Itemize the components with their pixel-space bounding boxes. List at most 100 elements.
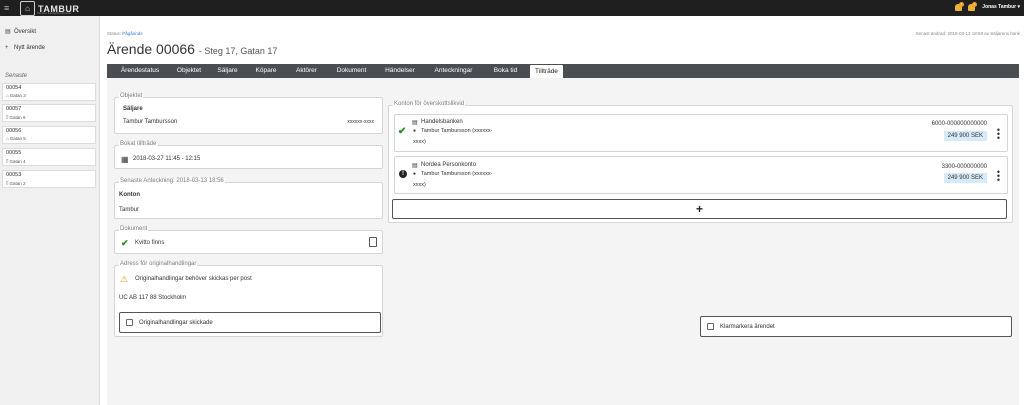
page-title: Ärende 00066 - Steg 17, Gatan 17 — [107, 41, 278, 57]
person-icon: ● — [413, 128, 417, 134]
anteckning-heading: Konton — [119, 192, 140, 198]
building-icon: ▯ — [6, 158, 9, 163]
tab-content: Objektet Säljare Tambur Tambursson xxxxx… — [107, 78, 1019, 405]
notification-count: 1 — [959, 2, 964, 7]
case-address: Gatan 5 — [9, 136, 26, 141]
account-number: 3300-000000000 — [941, 164, 987, 170]
dokument-text: Kvitto finns — [135, 240, 165, 246]
message-count: 1 — [972, 2, 977, 7]
status-value-link[interactable]: Pågående — [122, 31, 143, 36]
objektet-role: Säljare — [123, 106, 143, 112]
case-number: 00054 — [6, 85, 22, 91]
bokat-legend: Bokat tillträde — [119, 141, 158, 147]
top-bar: ≡ ⌂ TAMBUR Tambur Fastighetstjänster 1 1… — [0, 0, 1024, 16]
klarmarkera-label: Klarmarkera ärendet — [720, 324, 775, 330]
objektet-panel: Objektet Säljare Tambur Tambursson xxxxx… — [114, 93, 383, 134]
klarmarkera-checkbox[interactable] — [707, 323, 714, 330]
bank-icon: ▤ — [412, 163, 418, 169]
last-changed: Senast ändrad: 2018-03-13 18:58 av Sälja… — [915, 31, 1020, 36]
message-icon[interactable]: 1 — [968, 2, 977, 11]
calendar-icon: ▦ — [121, 155, 129, 164]
klarmarkera-checkbox-row[interactable]: Klarmarkera ärendet — [700, 316, 1012, 337]
anteckning-legend: Senaste Anteckning: 2018-03-13 18:56 — [119, 178, 225, 184]
hamburger-menu-icon[interactable]: ≡ — [4, 3, 9, 13]
account-owner-cont: xxxx) — [413, 139, 426, 145]
add-account-button[interactable]: + — [392, 199, 1007, 219]
sidebar-link-label: Nytt ärende — [14, 45, 46, 51]
case-address: Gatan 4 — [9, 158, 26, 164]
dokument-panel: Dokument ✔ Kvitto finns — [114, 226, 383, 254]
adress-legend: Adress för originalhandlingar — [119, 261, 198, 267]
person-icon: ● — [413, 171, 417, 177]
tab-bar: Ärendestatus Objektet Säljare Köpare Akt… — [107, 64, 1019, 78]
tab-dokument[interactable]: Dokument — [327, 64, 376, 78]
exclamation-icon: ! — [399, 170, 407, 178]
account-amount-badge: 249 900 SEK — [943, 131, 987, 141]
brand-subtitle: Tambur Fastighetstjänster — [37, 11, 72, 15]
case-address: Gatan 6 — [9, 114, 26, 120]
notification-bell-icon[interactable]: 1 — [955, 2, 964, 11]
kebab-menu-icon[interactable]: • • • — [997, 168, 1000, 185]
originalhandlingar-label: Originalhandlingar skickade — [139, 320, 213, 326]
adress-warning: Originalhandlingar behöver skickas per p… — [135, 276, 252, 282]
sidebar: ▤ Översikt + Nytt ärende Senaste 00054 ⌂… — [0, 16, 100, 405]
check-icon: ✔ — [121, 238, 129, 248]
adress-address: UC AB 117 88 Stockholm — [119, 295, 187, 301]
logo-mark-icon: ⌂ — [20, 1, 35, 16]
check-icon: ✔ — [398, 126, 407, 137]
sidebar-recent-heading: Senaste — [5, 73, 28, 79]
tab-kopare[interactable]: Köpare — [246, 64, 286, 78]
document-icon[interactable] — [369, 237, 377, 247]
adress-panel: Adress för originalhandlingar ⚠ Original… — [114, 261, 383, 337]
tab-aktorer[interactable]: Aktörer — [286, 64, 327, 78]
page-subtitle: - Steg 17, Gatan 17 — [198, 46, 278, 56]
sidebar-link-new-case[interactable]: + Nytt ärende — [5, 45, 45, 51]
recent-case-item[interactable]: 00057 ▯ Gatan 6 — [2, 104, 96, 122]
building-icon: ▯ — [6, 180, 9, 185]
anteckning-text: Tambur — [119, 207, 140, 213]
account-card: ✔ ▤ Handelsbanken ● Tambur Tambursson (x… — [394, 114, 1008, 152]
tab-anteckningar[interactable]: Anteckningar — [424, 64, 483, 78]
case-status: Status: Pågående — [107, 31, 143, 36]
recent-case-item[interactable]: 00055 ▯ Gatan 4 — [2, 148, 96, 166]
sidebar-link-label: Översikt — [14, 28, 37, 35]
bokat-datetime: 2018-03-27 11:45 - 12:15 — [133, 156, 201, 162]
bokat-panel: Bokat tillträde ▦ 2018-03-27 11:45 - 12:… — [114, 141, 383, 169]
originalhandlingar-checkbox-row[interactable]: Originalhandlingar skickade — [119, 312, 381, 333]
account-owner: Tambur Tambursson (xxxxxx- — [421, 171, 493, 177]
house-icon: ⌂ — [6, 93, 9, 98]
case-number: 00057 — [6, 106, 22, 112]
kebab-menu-icon[interactable]: • • • — [997, 126, 1000, 143]
dokument-legend: Dokument — [119, 226, 149, 232]
tab-saljare[interactable]: Säljare — [209, 64, 246, 78]
recent-case-item[interactable]: 00053 ▯ Gatan 2 — [2, 170, 96, 188]
tab-arendestatus[interactable]: Ärendestatus — [111, 64, 169, 78]
case-number: 00056 — [6, 128, 22, 134]
recent-case-item[interactable]: 00056 ⌂ Gatan 5 — [2, 126, 96, 144]
tab-objektet[interactable]: Objektet — [169, 64, 209, 78]
recent-case-item[interactable]: 00054 ⌂ Gatan 3 — [2, 83, 96, 101]
account-amount-badge: 249 900 SEK — [943, 173, 987, 183]
case-address: Gatan 2 — [9, 180, 26, 186]
user-menu[interactable]: Jonas Tambur ▾ — [982, 4, 1020, 10]
tab-boka-tid[interactable]: Boka tid — [483, 64, 528, 78]
konton-legend: Konton för överskottslikvid — [393, 101, 466, 107]
anteckning-panel: Senaste Anteckning: 2018-03-13 18:56 Kon… — [114, 178, 383, 219]
brand-logo[interactable]: ⌂ TAMBUR Tambur Fastighetstjänster — [20, 1, 79, 16]
account-owner-cont: xxxx) — [413, 182, 426, 188]
list-icon: ▤ — [5, 29, 11, 35]
plus-icon: + — [5, 45, 9, 51]
account-card: ! ▤ Nordea Personkonto ● Tambur Tamburss… — [394, 156, 1008, 194]
objektet-legend: Objektet — [119, 93, 144, 99]
case-number: 00055 — [6, 150, 22, 156]
sidebar-link-overview[interactable]: ▤ Översikt — [5, 28, 37, 36]
house-icon: ⌂ — [6, 136, 9, 141]
account-number: 6000-000000000000 — [931, 121, 987, 127]
case-number: 00053 — [6, 172, 22, 178]
tab-handelser[interactable]: Händelser — [376, 64, 424, 78]
building-icon: ▯ — [6, 114, 9, 119]
objektet-id: xxxxxx-xxxx — [347, 119, 374, 125]
warning-icon: ⚠ — [120, 274, 129, 284]
tab-tilltrade[interactable]: Tillträde — [530, 65, 563, 78]
originalhandlingar-checkbox[interactable] — [126, 319, 133, 326]
